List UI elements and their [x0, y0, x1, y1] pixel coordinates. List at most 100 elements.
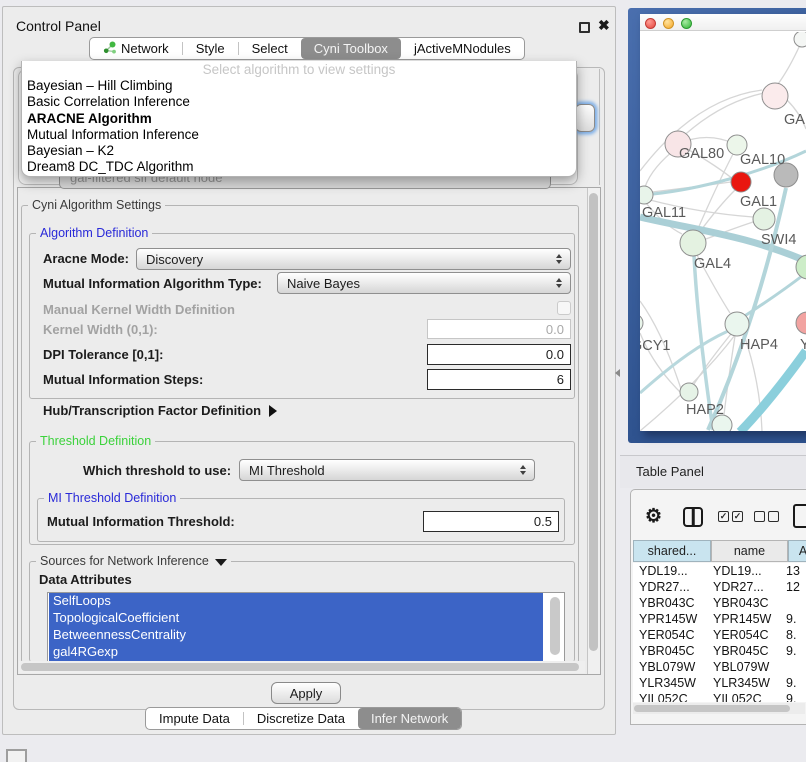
combo-arrows-icon — [516, 465, 530, 476]
network-tab-icon — [103, 41, 116, 57]
network-canvas[interactable]: GAL GAL80 GAL10 GAL1 SWI4 GAL11 GAL4 GCY… — [640, 32, 806, 431]
tab-infer-network[interactable]: Infer Network — [358, 708, 461, 729]
dropdown-item-selected[interactable]: ARACNE Algorithm — [22, 111, 576, 127]
dropdown-item[interactable]: Mutual Information Inference — [22, 127, 576, 143]
list-item[interactable]: SelfLoops — [49, 593, 543, 610]
table-row[interactable]: YLR345WYLR345W9. — [633, 675, 806, 691]
hub-definition-expander[interactable]: Hub/Transcription Factor Definition — [43, 404, 277, 418]
splitpane-collapse-icon[interactable] — [615, 369, 620, 377]
table-row[interactable]: YDL19...YDL19...13 — [633, 563, 806, 579]
node[interactable] — [762, 83, 788, 109]
table-hscrollbar-thumb[interactable] — [634, 705, 790, 712]
data-attributes-label: Data Attributes — [39, 573, 132, 587]
node-hap2[interactable] — [680, 383, 698, 401]
node-label: GAL10 — [740, 152, 785, 168]
deselect-all-checkbox-icon[interactable] — [768, 511, 779, 522]
node[interactable] — [796, 312, 806, 334]
table-body: YDL19...YDL19...13 YDR27...YDR27...12 YB… — [633, 563, 806, 702]
node-gal4[interactable] — [680, 230, 706, 256]
node[interactable] — [794, 32, 806, 47]
gear-icon[interactable]: ⚙ — [645, 505, 662, 528]
manual-kernel-width-checkbox[interactable] — [557, 301, 571, 315]
node-label: HAP2 — [686, 402, 724, 418]
dropdown-item[interactable]: Dream8 DC_TDC Algorithm — [22, 159, 576, 175]
node-hap4[interactable] — [725, 312, 749, 336]
tab-select[interactable]: Select — [239, 38, 301, 59]
split-columns-icon[interactable] — [683, 507, 703, 527]
select-all-checkbox-icon[interactable]: ✓ — [732, 511, 743, 522]
minimized-frame-icon[interactable] — [6, 749, 27, 762]
edge-group-teal — [640, 151, 806, 431]
list-item[interactable]: BetweennessCentrality — [49, 627, 543, 644]
apply-button[interactable]: Apply — [271, 682, 341, 704]
settings-hscrollbar-thumb[interactable] — [21, 663, 579, 671]
dropdown-item[interactable]: Bayesian – Hill Climbing — [22, 78, 576, 94]
node-label: GAL1 — [740, 194, 777, 210]
tab-jactivemnodules[interactable]: jActiveMNodules — [401, 38, 524, 59]
table-row[interactable]: YDR27...YDR27...12 — [633, 579, 806, 595]
dropdown-item[interactable]: Basic Correlation Inference — [22, 94, 576, 110]
dropdown-item[interactable]: Bayesian – K2 — [22, 143, 576, 159]
node-label: GCY1 — [640, 338, 671, 354]
float-window-icon[interactable] — [579, 22, 590, 33]
settings-vscrollbar-thumb[interactable] — [589, 193, 598, 651]
node-swi4[interactable] — [753, 208, 775, 230]
table-row[interactable]: YBR043CYBR043C — [633, 595, 806, 611]
expand-right-icon — [269, 405, 277, 417]
table-row[interactable]: YBL079WYBL079W — [633, 659, 806, 675]
sources-collapser[interactable]: Sources for Network Inference — [36, 555, 231, 568]
column-header-name[interactable]: name — [711, 540, 788, 562]
list-item[interactable]: gal4RGexp — [49, 644, 543, 661]
table-row[interactable]: YIL052CYIL052C9. — [633, 691, 806, 702]
deselect-all-checkbox-icon[interactable] — [754, 511, 765, 522]
mi-steps-field[interactable]: 6 — [427, 369, 571, 390]
node-gal1[interactable] — [731, 172, 751, 192]
node-gal11[interactable] — [640, 186, 653, 204]
mi-threshold-field[interactable]: 0.5 — [423, 511, 559, 532]
group-title: Algorithm Definition — [36, 227, 152, 240]
network-view-frame: GAL GAL80 GAL10 GAL1 SWI4 GAL11 GAL4 GCY… — [628, 8, 806, 443]
table-row[interactable]: YPR145WYPR145W9. — [633, 611, 806, 627]
tab-cyni-toolbox[interactable]: Cyni Toolbox — [301, 38, 401, 59]
kernel-width-field[interactable]: 0.0 — [427, 319, 571, 339]
node-label: SWI4 — [761, 232, 796, 248]
node-label: GAL — [784, 112, 806, 128]
mi-steps-label: Mutual Information Steps: — [43, 373, 203, 387]
zoom-traffic-light-icon[interactable] — [681, 18, 692, 29]
column-header-shared-name[interactable]: shared... — [633, 540, 711, 562]
mi-algorithm-type-combo[interactable]: Naive Bayes — [277, 272, 571, 294]
which-threshold-combo[interactable]: MI Threshold — [239, 459, 535, 481]
table-row[interactable]: YBR045CYBR045C9. — [633, 643, 806, 659]
tab-discretize-data[interactable]: Discretize Data — [244, 708, 358, 729]
close-icon[interactable]: ✖ — [598, 17, 610, 34]
close-traffic-light-icon[interactable] — [645, 18, 656, 29]
table-row[interactable]: YER054CYER054C8. — [633, 627, 806, 643]
group-title: MI Threshold Definition — [44, 492, 180, 505]
network-window-titlebar[interactable] — [640, 14, 806, 31]
node-label: GAL4 — [694, 256, 731, 272]
node-gcy1[interactable] — [640, 314, 643, 332]
tab-impute-data[interactable]: Impute Data — [146, 708, 243, 729]
focused-combo-fragment[interactable] — [575, 104, 595, 132]
dpi-tolerance-field[interactable]: 0.0 — [427, 344, 571, 365]
manual-kernel-width-label: Manual Kernel Width Definition — [43, 303, 235, 317]
node-label: GAL11 — [642, 205, 686, 221]
combo-arrows-icon — [552, 278, 566, 289]
table-panel-title: Table Panel — [636, 464, 704, 479]
data-attributes-list: SelfLoops TopologicalCoefficient Between… — [47, 592, 565, 662]
minimize-traffic-light-icon[interactable] — [663, 18, 674, 29]
dropdown-hint: Select algorithm to view settings — [22, 61, 576, 78]
tab-style[interactable]: Style — [183, 38, 238, 59]
node-label: HAP4 — [740, 337, 778, 353]
tab-network[interactable]: Network — [90, 38, 182, 59]
control-panel-window: Control Panel ✖ Network Style Select Cyn… — [2, 6, 616, 735]
window-title: Control Panel — [16, 18, 101, 34]
aracne-mode-combo[interactable]: Discovery — [136, 248, 571, 270]
aracne-mode-label: Aracne Mode: — [43, 252, 129, 266]
panel-border-line — [599, 69, 600, 185]
select-all-checkbox-icon[interactable]: ✓ — [718, 511, 729, 522]
column-header-partial[interactable]: A — [788, 540, 806, 562]
list-scrollbar-thumb[interactable] — [550, 597, 560, 655]
list-item[interactable]: TopologicalCoefficient — [49, 610, 543, 627]
new-table-icon[interactable] — [793, 504, 806, 528]
